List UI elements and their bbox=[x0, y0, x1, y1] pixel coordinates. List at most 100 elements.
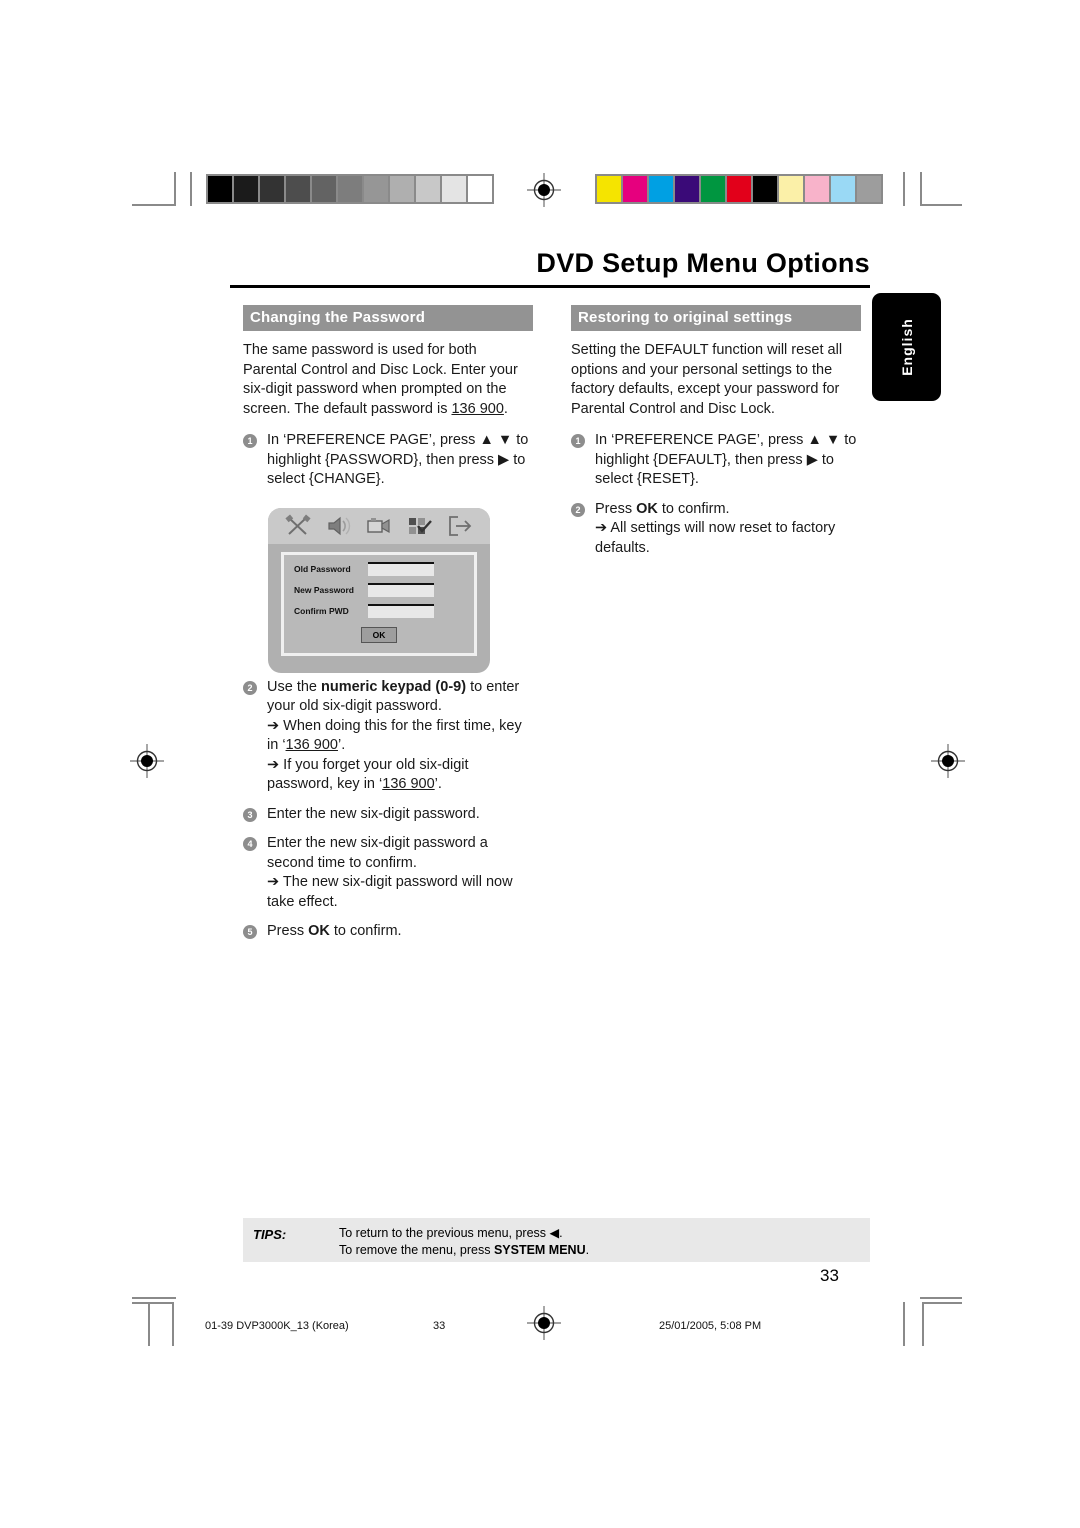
manual-page: DVD Setup Menu Options English Changing … bbox=[0, 0, 1080, 1528]
crop-mark-bottom-left-h bbox=[132, 1302, 174, 1304]
crop-mark-bottom-right-v bbox=[922, 1302, 924, 1346]
left-step-2-sub-1-code: 136 900 bbox=[285, 737, 338, 753]
grayscale-swatch-2 bbox=[260, 176, 284, 202]
left-step-1: 1 In ‘PREFERENCE PAGE’, press ▲ ▼ to hig… bbox=[243, 431, 533, 490]
color-swatch-10 bbox=[857, 176, 881, 202]
left-step-1-text: In ‘PREFERENCE PAGE’, press ▲ ▼ to highl… bbox=[267, 432, 529, 487]
language-tab-english: English bbox=[872, 293, 941, 401]
left-step-5-post: to confirm. bbox=[329, 923, 402, 939]
right-step-1-text: In ‘PREFERENCE PAGE’, press ▲ ▼ to highl… bbox=[595, 432, 857, 487]
color-calibration-strip bbox=[595, 174, 883, 204]
osd-input-confirm-pwd[interactable] bbox=[368, 604, 434, 618]
color-swatch-9 bbox=[831, 176, 855, 202]
left-step-3: 3 Enter the new six-digit password. bbox=[243, 805, 533, 825]
grayscale-swatch-4 bbox=[312, 176, 336, 202]
registration-mark-bottom bbox=[527, 1306, 561, 1340]
grayscale-swatch-1 bbox=[234, 176, 258, 202]
left-step-2-pre: Use the bbox=[267, 678, 321, 695]
grayscale-calibration-strip bbox=[206, 174, 494, 204]
left-step-4: 4 Enter the new six-digit password a sec… bbox=[243, 834, 533, 912]
color-swatch-5 bbox=[727, 176, 751, 202]
osd-input-old-password[interactable] bbox=[368, 562, 434, 576]
checklist-icon bbox=[409, 518, 433, 534]
page-number: 33 bbox=[820, 1266, 839, 1285]
left-step-4-sub: ➔ The new six-digit password will now ta… bbox=[267, 874, 513, 910]
color-swatch-6 bbox=[753, 176, 777, 202]
grayscale-swatch-3 bbox=[286, 176, 310, 202]
left-step-5: 5 Press OK to confirm. bbox=[243, 922, 533, 942]
left-step-2: 2 Use the numeric keypad (0-9) to enter … bbox=[243, 678, 533, 795]
osd-ok-button[interactable]: OK bbox=[361, 627, 397, 643]
right-step-2-bold: OK bbox=[636, 500, 658, 517]
registration-mark-right bbox=[931, 744, 965, 778]
osd-field-row: Old Password bbox=[294, 562, 474, 576]
right-step-2: 2 Press OK to confirm. ➔ All settings wi… bbox=[571, 500, 861, 559]
tips-body: To return to the previous menu, press ◀.… bbox=[339, 1218, 589, 1262]
left-step-2-sub-2-code: 136 900 bbox=[382, 776, 435, 792]
color-swatch-2 bbox=[649, 176, 673, 202]
section-heading-restoring-settings: Restoring to original settings bbox=[571, 305, 861, 331]
osd-input-new-password[interactable] bbox=[368, 583, 434, 597]
crop-mark-bottom-right-h bbox=[922, 1302, 962, 1304]
crop-mark-top-left-bleed bbox=[190, 172, 192, 206]
crop-mark-top-left-h bbox=[132, 204, 176, 206]
left-step-2-sub-2: ➔ If you forget your old six-digit passw… bbox=[267, 756, 533, 795]
crop-mark-top-right-bleed bbox=[903, 172, 905, 206]
right-step-2-post: to confirm. bbox=[657, 500, 730, 517]
step-number-badge: 1 bbox=[243, 434, 257, 448]
footer-rule-top-right bbox=[920, 1297, 962, 1299]
color-swatch-3 bbox=[675, 176, 699, 202]
left-step-2-sub-1: ➔ When doing this for the first time, ke… bbox=[267, 717, 533, 756]
right-step-2-sub: ➔ All settings will now reset to factory… bbox=[595, 520, 836, 556]
grayscale-swatch-0 bbox=[208, 176, 232, 202]
left-step-2-sub-1-post: ’. bbox=[337, 737, 346, 753]
page-title: DVD Setup Menu Options bbox=[536, 248, 870, 278]
footer-rule-top bbox=[132, 1297, 176, 1299]
osd-field-label-confirm-pwd: Confirm PWD bbox=[294, 606, 349, 616]
print-footer-file: 01-39 DVP3000K_13 (Korea) bbox=[205, 1320, 349, 1332]
right-intro-paragraph: Setting the DEFAULT function will reset … bbox=[571, 342, 843, 417]
grayscale-swatch-5 bbox=[338, 176, 362, 202]
grayscale-swatch-10 bbox=[468, 176, 492, 202]
osd-icon-bar bbox=[268, 508, 490, 544]
step-number-badge: 1 bbox=[571, 434, 585, 448]
color-swatch-0 bbox=[597, 176, 621, 202]
osd-field-row: Confirm PWD bbox=[294, 604, 474, 618]
step-number-badge: 2 bbox=[571, 502, 585, 517]
right-step-2-pre: Press bbox=[595, 500, 637, 517]
crop-mark-bottom-left-bleed bbox=[148, 1302, 150, 1346]
crop-mark-bottom-right-bleed bbox=[903, 1302, 905, 1346]
left-step-2-sub-2-post: ’. bbox=[434, 776, 442, 792]
osd-field-label-new-password: New Password bbox=[294, 585, 354, 595]
tips-label: TIPS: bbox=[253, 1227, 287, 1242]
step-number-badge: 4 bbox=[243, 837, 257, 851]
video-icon bbox=[367, 518, 390, 534]
section-heading-changing-password: Changing the Password bbox=[243, 305, 533, 331]
print-footer-page: 33 bbox=[433, 1320, 446, 1332]
osd-field-label-old-password: Old Password bbox=[294, 564, 351, 574]
osd-password-panel: Old Password New Password Confirm PWD OK bbox=[281, 552, 477, 656]
registration-mark-left bbox=[130, 744, 164, 778]
right-step-1: 1 In ‘PREFERENCE PAGE’, press ▲ ▼ to hig… bbox=[571, 431, 861, 490]
grayscale-swatch-7 bbox=[390, 176, 414, 202]
tips-line-2-post: . bbox=[585, 1243, 590, 1257]
speaker-icon bbox=[327, 516, 350, 536]
tips-line-2-pre: To remove the menu, press bbox=[339, 1243, 494, 1257]
title-rule bbox=[230, 285, 870, 288]
tips-line-2: To remove the menu, press SYSTEM MENU. bbox=[339, 1242, 589, 1259]
left-step-3-text: Enter the new six-digit password. bbox=[267, 805, 480, 822]
step-number-badge: 5 bbox=[243, 925, 257, 939]
grayscale-swatch-9 bbox=[442, 176, 466, 202]
exit-icon bbox=[448, 516, 472, 536]
color-swatch-1 bbox=[623, 176, 647, 202]
tools-icon bbox=[285, 514, 311, 535]
registration-mark-top bbox=[527, 173, 561, 207]
left-intro-paragraph: The same password is used for both Paren… bbox=[243, 341, 533, 419]
color-swatch-8 bbox=[805, 176, 829, 202]
tips-box: TIPS: To return to the previous menu, pr… bbox=[243, 1218, 870, 1262]
left-step-5-bold: OK bbox=[308, 923, 330, 939]
color-swatch-7 bbox=[779, 176, 803, 202]
crop-mark-bottom-left-v bbox=[172, 1302, 174, 1346]
grayscale-swatch-8 bbox=[416, 176, 440, 202]
crop-mark-top-right-h bbox=[920, 204, 962, 206]
